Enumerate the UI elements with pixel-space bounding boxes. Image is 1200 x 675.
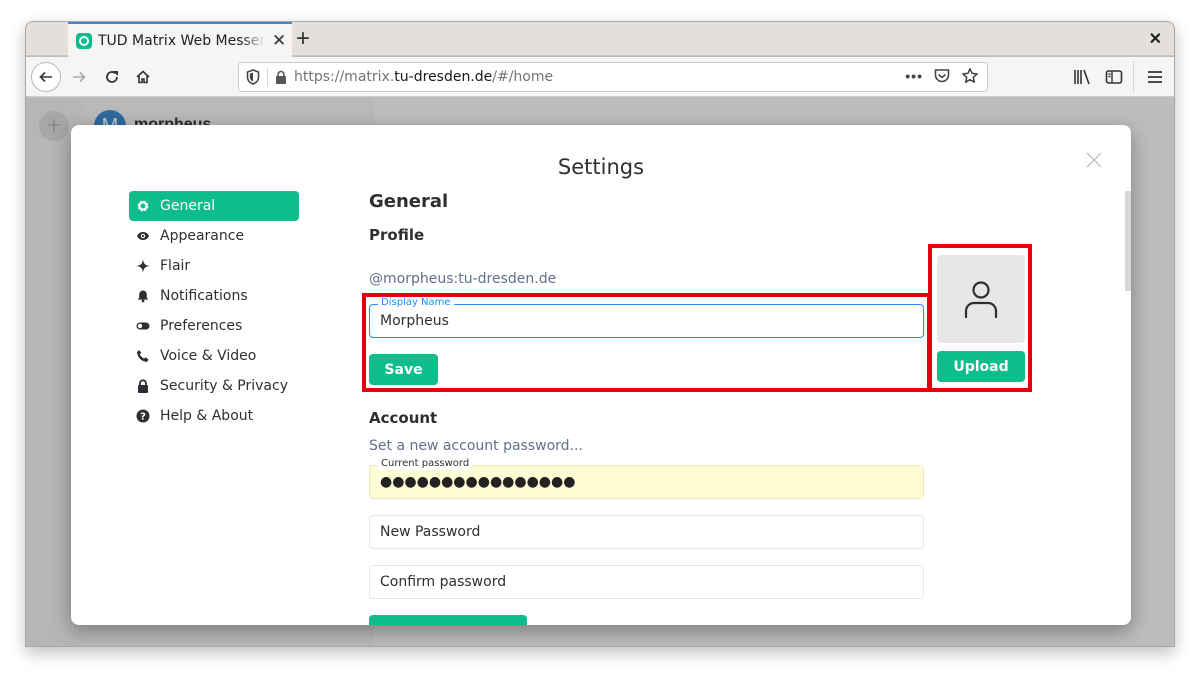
settings-dialog: Settings General Appearance Flair Notifi… — [71, 125, 1131, 625]
eye-icon — [136, 229, 150, 243]
navigation-bar: https://matrix.tu-dresden.de/#/home ••• — [26, 57, 1174, 97]
current-password-field[interactable]: Current password ●●●●●●●●●●●●●●●● — [369, 458, 924, 499]
element-favicon-icon — [76, 32, 92, 49]
help-icon: ? — [136, 409, 150, 423]
reload-icon — [106, 71, 118, 83]
new-tab-button[interactable]: + — [296, 26, 310, 52]
new-password-placeholder: New Password — [380, 524, 481, 540]
home-icon — [136, 70, 150, 84]
back-arrow-icon — [39, 71, 52, 83]
forward-arrow-icon — [73, 71, 86, 83]
display-name-label: Display Name — [378, 297, 454, 309]
avatar-picker[interactable] — [937, 255, 1025, 343]
save-button[interactable]: Save — [369, 354, 438, 385]
browser-window: TUD Matrix Web Messenger ✕ + ✕ https:/ — [25, 21, 1175, 647]
pocket-icon[interactable] — [933, 67, 951, 85]
tracking-protection-shield-icon — [246, 69, 260, 85]
menu-button[interactable] — [1140, 62, 1170, 92]
confirm-password-placeholder: Confirm password — [380, 574, 507, 590]
tracking-protection-button[interactable] — [239, 69, 267, 85]
confirm-password-field[interactable]: Confirm password — [369, 565, 924, 599]
tab-close-icon[interactable]: ✕ — [272, 31, 286, 51]
tab-label: Voice & Video — [160, 348, 257, 364]
tab-label: Preferences — [160, 318, 243, 334]
current-password-label: Current password — [378, 458, 473, 470]
tab-bar: TUD Matrix Web Messenger ✕ + ✕ — [26, 22, 1174, 57]
window-close-icon[interactable]: ✕ — [1149, 29, 1162, 49]
lock-icon — [136, 379, 150, 393]
toggle-icon — [136, 319, 150, 333]
current-password-value: ●●●●●●●●●●●●●●●● — [380, 474, 576, 490]
bell-icon — [136, 289, 150, 303]
library-button[interactable] — [1067, 62, 1097, 92]
new-password-field[interactable]: New Password — [369, 515, 924, 549]
gear-icon — [136, 199, 150, 213]
user-placeholder-icon — [964, 281, 998, 319]
dialog-scrollbar[interactable] — [1125, 191, 1131, 291]
reload-button[interactable] — [97, 62, 127, 92]
display-name-field[interactable]: Display Name Morpheus — [369, 297, 924, 338]
change-password-button[interactable] — [369, 615, 527, 625]
tab-label: Appearance — [160, 228, 245, 244]
tab-appearance[interactable]: Appearance — [129, 221, 299, 251]
account-heading: Account — [369, 409, 438, 427]
back-button[interactable] — [31, 62, 61, 92]
sidebar-button[interactable] — [1099, 62, 1129, 92]
url-prefix: https://matrix. — [294, 69, 395, 85]
bookmark-star-icon[interactable] — [961, 67, 979, 85]
browser-tab[interactable]: TUD Matrix Web Messenger ✕ — [68, 22, 292, 57]
create-space-icon: + — [39, 111, 69, 141]
url-domain: tu-dresden.de — [394, 69, 493, 85]
settings-content: General Profile @morpheus:tu-dresden.de … — [369, 125, 1069, 625]
tab-preferences[interactable]: Preferences — [129, 311, 299, 341]
tab-voice-video[interactable]: Voice & Video — [129, 341, 299, 371]
tab-flair[interactable]: Flair — [129, 251, 299, 281]
display-name-value: Morpheus — [380, 313, 449, 329]
library-icon — [1074, 69, 1090, 85]
lock-icon — [276, 70, 286, 84]
section-heading: General — [369, 191, 449, 212]
phone-icon — [136, 349, 150, 363]
toolbar-divider — [1133, 61, 1134, 93]
url-text[interactable]: https://matrix.tu-dresden.de/#/home — [294, 69, 553, 85]
tab-label: General — [160, 198, 216, 214]
set-password-link[interactable]: Set a new account password... — [369, 438, 583, 454]
page-actions: ••• — [905, 67, 979, 85]
url-path: /#/home — [492, 69, 554, 85]
sidebar-icon — [1105, 70, 1123, 84]
hamburger-menu-icon — [1148, 71, 1162, 83]
tab-label: Flair — [160, 258, 191, 274]
site-info-button[interactable] — [268, 70, 294, 84]
user-id: @morpheus:tu-dresden.de — [369, 271, 557, 287]
settings-nav: General Appearance Flair Notifications P… — [129, 191, 299, 431]
profile-heading: Profile — [369, 226, 425, 244]
tab-label: Help & About — [160, 408, 254, 424]
tab-title: TUD Matrix Web Messenger — [98, 32, 266, 49]
sparkle-icon — [136, 259, 150, 273]
tab-label: Notifications — [160, 288, 248, 304]
tab-label: Security & Privacy — [160, 378, 288, 394]
more-actions-icon[interactable]: ••• — [905, 68, 923, 84]
home-button[interactable] — [128, 62, 158, 92]
close-icon[interactable] — [1085, 151, 1103, 169]
tab-security-privacy[interactable]: Security & Privacy — [129, 371, 299, 401]
forward-button[interactable] — [64, 62, 94, 92]
tab-notifications[interactable]: Notifications — [129, 281, 299, 311]
svg-text:?: ? — [140, 412, 146, 423]
address-bar[interactable]: https://matrix.tu-dresden.de/#/home ••• — [238, 62, 988, 92]
upload-button[interactable]: Upload — [937, 351, 1025, 382]
tab-help-about[interactable]: ? Help & About — [129, 401, 299, 431]
tab-general[interactable]: General — [129, 191, 299, 221]
